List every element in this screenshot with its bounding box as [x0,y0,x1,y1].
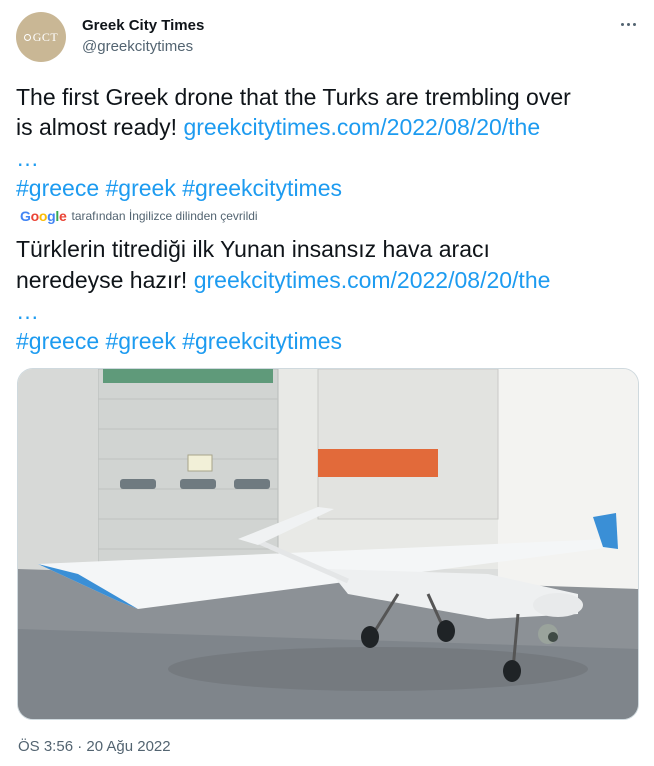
tweet-text-line2: is almost ready! greekcitytimes.com/2022… [16,112,641,142]
translation-attribution: Google tarafından İngilizce dilinden çev… [20,208,258,224]
author-display-name[interactable]: Greek City Times [82,16,204,36]
author-names: Greek City Times @greekcitytimes [82,16,204,58]
google-logo-icon: Google [20,208,67,224]
tweet-link[interactable]: greekcitytimes.com/2022/08/20/the [183,114,540,140]
tweet-text-plain: is almost ready! [16,114,184,140]
translated-text-line2: neredeyse hazır! greekcitytimes.com/2022… [16,265,641,295]
tweet-photo[interactable] [17,368,639,720]
tweet-timestamp[interactable]: ÖS 3:56 · 20 Ağu 2022 [18,738,171,755]
author-handle[interactable]: @greekcitytimes [82,36,204,58]
tweet-link-ellipsis[interactable]: … [16,143,641,173]
translation-note: tarafından İngilizce dilinden çevrildi [71,209,258,223]
avatar-text: GCT [32,29,59,44]
translated-link-ellipsis[interactable]: … [16,296,641,326]
tweet-header: GCT Greek City Times @greekcitytimes [16,12,638,62]
translated-link[interactable]: greekcitytimes.com/2022/08/20/the [194,267,551,293]
translated-text-line1: Türklerin titrediği ilk Yunan insansız h… [16,236,490,262]
logo-ring-icon [23,33,31,41]
translated-text-plain: neredeyse hazır! [16,267,194,293]
more-options-icon[interactable] [618,18,638,30]
tweet-text-line1: The first Greek drone that the Turks are… [16,84,571,110]
translated-hashtags[interactable]: #greece #greek #greekcitytimes [16,326,641,356]
avatar[interactable]: GCT [16,12,66,62]
drone-hangar-image [18,369,638,719]
tweet-hashtags[interactable]: #greece #greek #greekcitytimes [16,173,641,203]
